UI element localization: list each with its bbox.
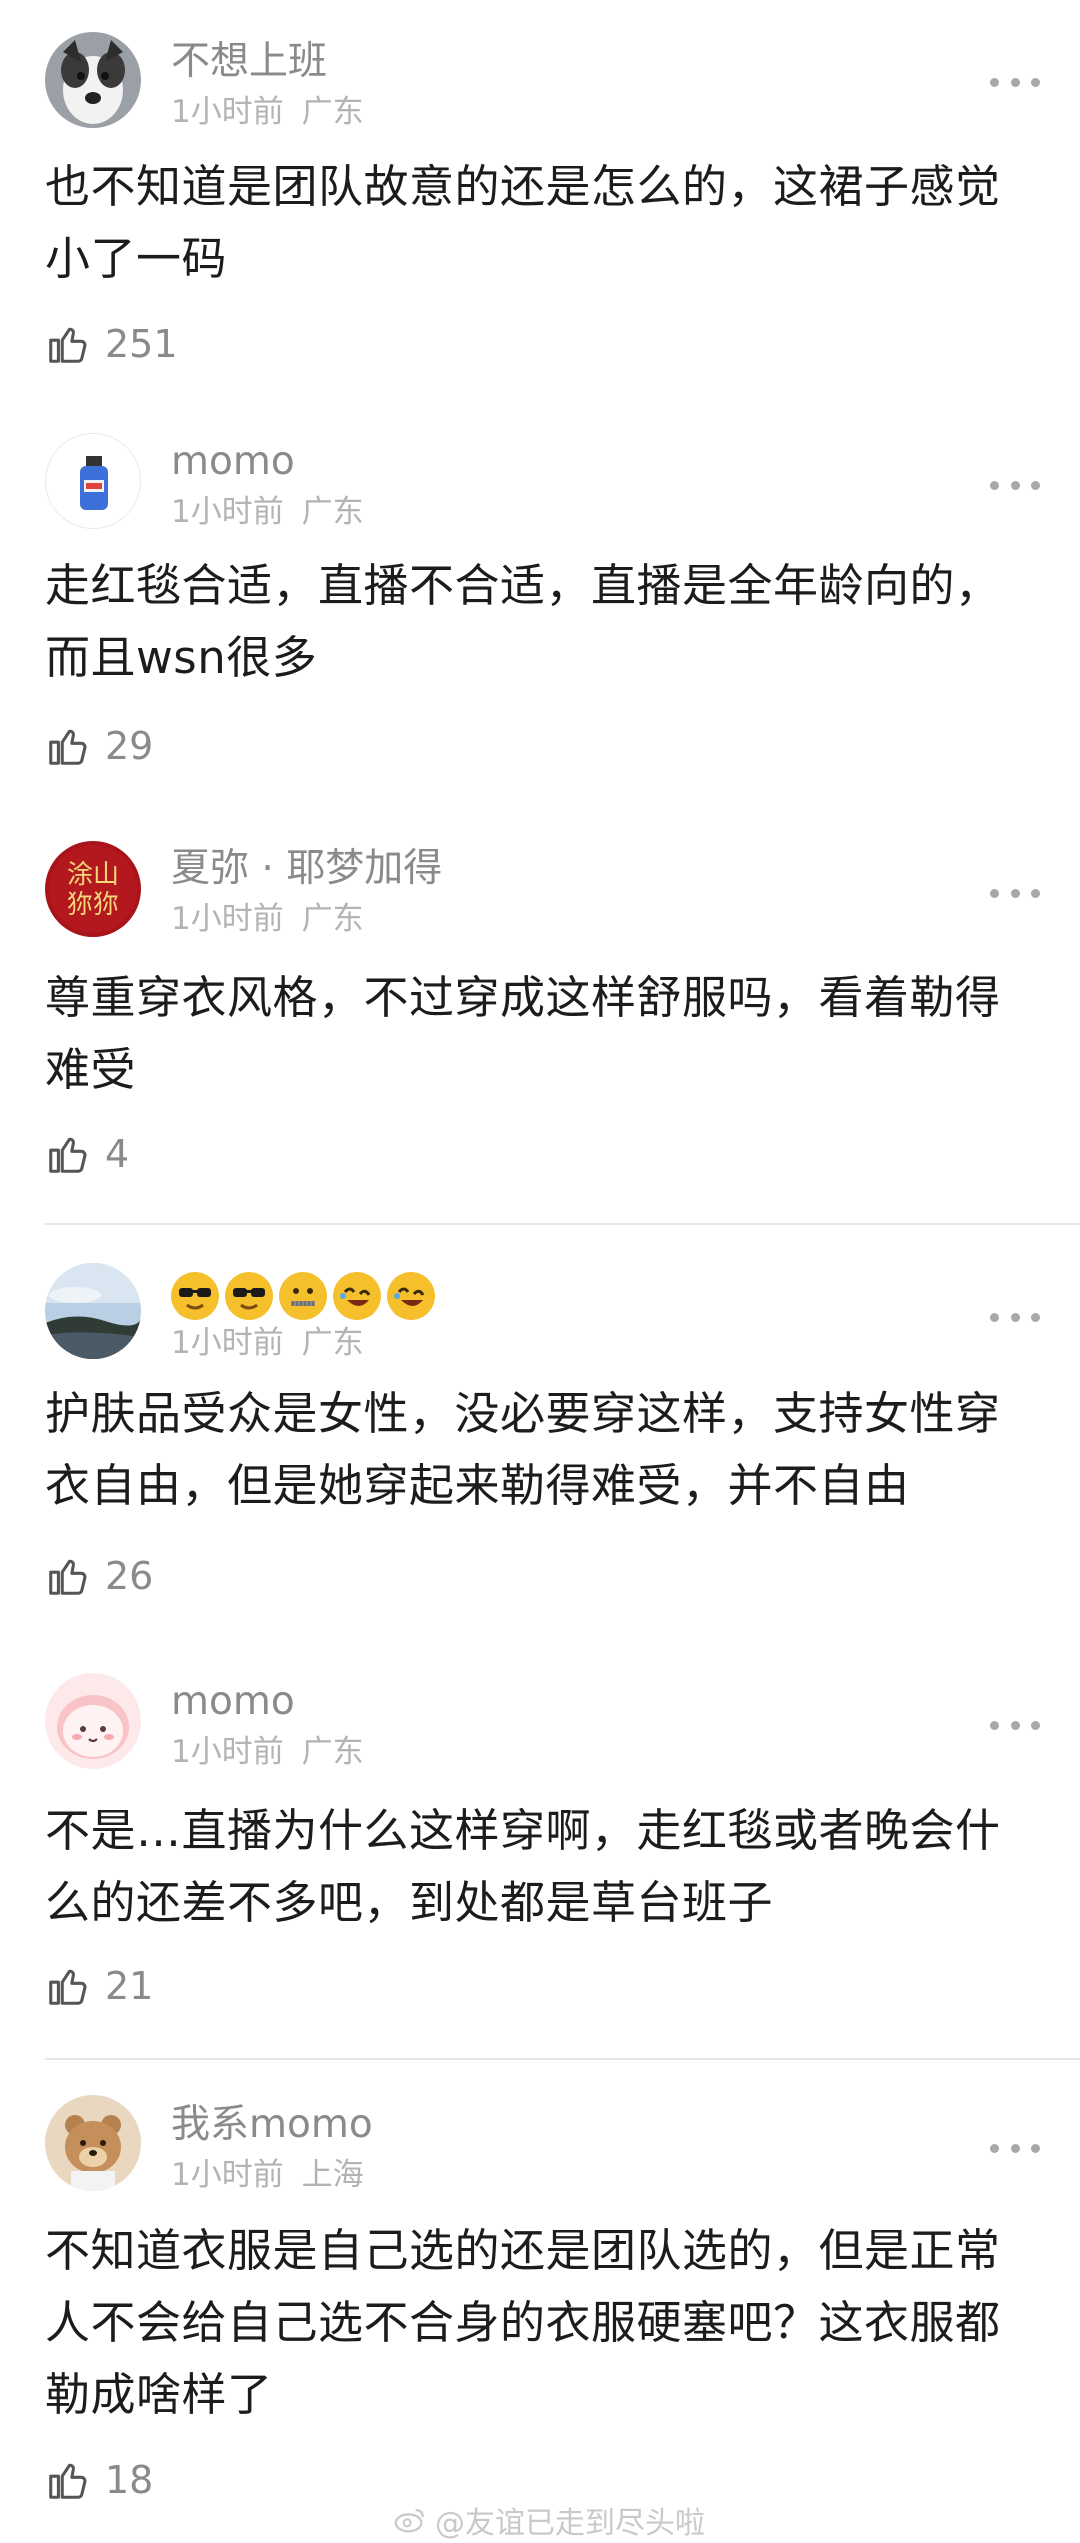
username[interactable]: 我系momo: [171, 2101, 373, 2149]
like-count: 21: [105, 1964, 154, 2008]
comment-meta: 1小时前 广东: [171, 1324, 364, 1362]
comment-time: 1小时前: [171, 1734, 284, 1770]
more-options-button[interactable]: [990, 1715, 1040, 1735]
comment-location: 广东: [301, 1734, 364, 1770]
comment-meta: 1小时前 广东: [171, 493, 364, 531]
more-options-button[interactable]: [990, 1307, 1040, 1327]
landscape-avatar-icon: [45, 1263, 141, 1359]
comment-location: 广东: [301, 901, 364, 937]
like-count: 29: [105, 724, 154, 768]
comment-text: 护肤品受众是女性，没必要穿这样，支持女性穿衣自由，但是她穿起来勒得难受，并不自由: [45, 1387, 1001, 1512]
svg-text:涂山: 涂山: [67, 860, 119, 890]
comment-text: 尊重穿衣风格，不过穿成这样舒服吗，看着勒得难受: [45, 971, 1001, 1096]
thumbs-up-icon: [49, 2463, 87, 2499]
comment-location: 上海: [301, 2157, 364, 2193]
comment-item: 涂山 狝狝 夏弥 · 耶梦加得 1小时前 广东 尊重穿衣风格，不过穿成这样舒服吗…: [0, 808, 1080, 1223]
watermark-text: @友谊已走到尽头啦: [435, 2506, 705, 2541]
username[interactable]: 不想上班: [171, 38, 327, 86]
comment-text: 不是…直播为什么这样穿啊，走红毯或者晚会什么的还差不多吧，到处都是草台班子: [45, 1804, 1001, 1929]
bottle-avatar-icon: [46, 434, 140, 528]
comment-location: 广东: [301, 94, 364, 130]
thumbs-up-icon: [49, 327, 87, 363]
like-button[interactable]: 251: [45, 318, 178, 370]
like-button[interactable]: 29: [45, 720, 153, 772]
comment-location: 广东: [301, 1325, 364, 1361]
thumbs-up-icon: [49, 729, 87, 765]
comment-time: 1小时前: [171, 1325, 284, 1361]
user-avatar[interactable]: [45, 2095, 141, 2191]
comment-meta: 1小时前 广东: [171, 1733, 364, 1771]
more-options-button[interactable]: [990, 883, 1040, 903]
zipper-mouth-emoji-icon: [279, 1272, 327, 1320]
watermark: @友谊已走到尽头啦: [393, 2498, 705, 2542]
comment-time: 1小时前: [171, 94, 284, 130]
like-button[interactable]: 4: [45, 1128, 129, 1180]
bear-avatar-icon: [45, 2095, 141, 2191]
user-avatar[interactable]: [45, 1673, 141, 1769]
comment-location: 广东: [301, 494, 364, 530]
like-button[interactable]: 21: [45, 1960, 153, 2012]
like-button[interactable]: 26: [45, 1550, 153, 1602]
thumbs-up-icon: [49, 1559, 87, 1595]
weibo-logo-icon: [394, 2508, 424, 2533]
rofl-emoji-icon: [333, 1272, 381, 1320]
sunglasses-emoji-icon: [171, 1272, 219, 1320]
user-avatar[interactable]: [45, 1263, 141, 1359]
more-options-button[interactable]: [990, 475, 1040, 495]
thumbs-up-icon: [49, 1969, 87, 2005]
comment-time: 1小时前: [171, 2157, 284, 2193]
dog-avatar-icon: [45, 32, 141, 128]
comment-text: 也不知道是团队故意的还是怎么的，这裙子感觉小了一码: [45, 160, 1001, 285]
thumbs-up-icon: [49, 1137, 87, 1173]
more-options-button[interactable]: [990, 72, 1040, 92]
comment-meta: 1小时前 上海: [171, 2156, 364, 2194]
comment-item: 1小时前 广东 护肤品受众是女性，没必要穿这样，支持女性穿衣自由，但是她穿起来勒…: [0, 1225, 1080, 1640]
username-emojis[interactable]: [171, 1272, 435, 1320]
comment-meta: 1小时前 广东: [171, 93, 364, 131]
comment-item: 我系momo 1小时前 上海 不知道衣服是自己选的还是团队选的，但是正常人不会给…: [0, 2060, 1080, 2543]
comment-text: 走红毯合适，直播不合适，直播是全年龄向的，而且wsn很多: [45, 559, 1001, 684]
more-options-button[interactable]: [990, 2138, 1040, 2158]
username[interactable]: 夏弥 · 耶梦加得: [171, 845, 442, 893]
like-count: 26: [105, 1554, 154, 1598]
comment-time: 1小时前: [171, 494, 284, 530]
user-avatar[interactable]: 涂山 狝狝: [45, 841, 141, 937]
comment-item: 不想上班 1小时前 广东 也不知道是团队故意的还是怎么的，这裙子感觉小了一码 2…: [0, 0, 1080, 400]
comment-item: momo 1小时前 广东 走红毯合适，直播不合适，直播是全年龄向的，而且wsn很…: [0, 400, 1080, 800]
sunglasses-emoji-icon: [225, 1272, 273, 1320]
red-calligraphy-avatar-icon: 涂山 狝狝: [45, 841, 141, 937]
username[interactable]: momo: [171, 1678, 295, 1726]
like-count: 251: [105, 322, 178, 366]
user-avatar[interactable]: [45, 32, 141, 128]
like-count: 18: [105, 2458, 154, 2502]
like-count: 4: [105, 1132, 130, 1176]
user-avatar[interactable]: [45, 433, 141, 529]
like-button[interactable]: 18: [45, 2454, 153, 2506]
comment-text: 不知道衣服是自己选的还是团队选的，但是正常人不会给自己选不合身的衣服硬塞吧？这衣…: [45, 2224, 1001, 2421]
comment-item: momo 1小时前 广东 不是…直播为什么这样穿啊，走红毯或者晚会什么的还差不多…: [0, 1640, 1080, 2058]
comment-time: 1小时前: [171, 901, 284, 937]
username[interactable]: momo: [171, 438, 295, 486]
comment-meta: 1小时前 广东: [171, 900, 364, 938]
rofl-emoji-icon: [387, 1272, 435, 1320]
pink-character-avatar-icon: [45, 1673, 141, 1769]
svg-text:狝狝: 狝狝: [67, 890, 119, 920]
